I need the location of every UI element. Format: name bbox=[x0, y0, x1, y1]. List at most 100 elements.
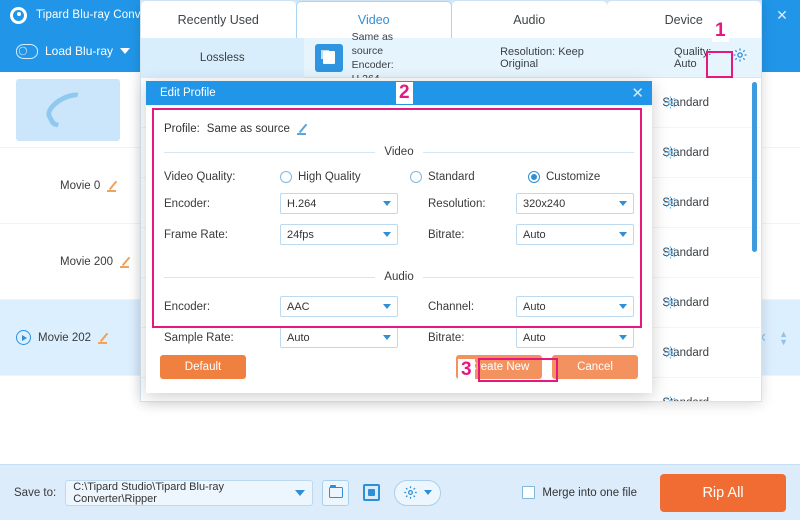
save-path-input[interactable]: C:\Tipard Studio\Tipard Blu-ray Converte… bbox=[65, 479, 314, 506]
chevron-down-icon[interactable] bbox=[619, 201, 627, 206]
video-framerate-select[interactable]: 24fps bbox=[280, 224, 398, 245]
audio-samplerate-label: Sample Rate: bbox=[164, 331, 234, 344]
gear-icon[interactable] bbox=[663, 295, 679, 311]
audio-bitrate-select[interactable]: Auto bbox=[516, 327, 634, 348]
audio-channel-label: Channel: bbox=[428, 300, 475, 313]
gear-icon[interactable] bbox=[732, 47, 748, 63]
gpu-acceleration-button[interactable] bbox=[358, 480, 385, 506]
pencil-icon[interactable] bbox=[296, 123, 309, 135]
gear-icon bbox=[403, 485, 419, 501]
audio-section-label: Audio bbox=[384, 271, 414, 283]
gear-icon[interactable] bbox=[663, 245, 679, 261]
tab-recently-used[interactable]: Recently Used bbox=[141, 1, 296, 38]
video-file-icon bbox=[314, 43, 343, 72]
gear-icon[interactable] bbox=[663, 95, 679, 111]
app-logo-icon bbox=[10, 6, 27, 24]
radio-customize[interactable]: Customize bbox=[528, 171, 600, 183]
rip-all-button[interactable]: Rip All bbox=[660, 473, 786, 512]
pencil-icon[interactable] bbox=[98, 332, 110, 344]
radio-label: Standard bbox=[428, 171, 475, 183]
video-resolution-value: 320x240 bbox=[523, 197, 566, 210]
video-bitrate-label: Bitrate: bbox=[428, 228, 465, 241]
gpu-acceleration-icon bbox=[363, 484, 381, 501]
gear-icon[interactable] bbox=[663, 395, 679, 401]
gear-icon[interactable] bbox=[663, 195, 679, 211]
list-item: Movie 0 bbox=[60, 180, 119, 192]
gear-icon[interactable] bbox=[663, 345, 679, 361]
chevron-down-icon[interactable] bbox=[619, 335, 627, 340]
video-resolution-select[interactable]: 320x240 bbox=[516, 193, 634, 214]
video-encoder-select[interactable]: H.264 bbox=[280, 193, 398, 214]
audio-bitrate-label: Bitrate: bbox=[428, 331, 465, 344]
reorder-controls[interactable]: ▲ ▼ bbox=[779, 329, 788, 346]
load-bluray-label: Load Blu-ray bbox=[45, 44, 114, 58]
video-quality-row: Video Quality: High Quality Standard Cus… bbox=[164, 171, 634, 183]
audio-encoder-select[interactable]: AAC bbox=[280, 296, 398, 317]
chevron-down-icon[interactable] bbox=[383, 232, 391, 237]
bottom-bar: Save to: C:\Tipard Studio\Tipard Blu-ray… bbox=[0, 464, 800, 520]
save-to-label: Save to: bbox=[14, 486, 57, 499]
gear-icon[interactable] bbox=[663, 145, 679, 161]
movie-title: Movie 200 bbox=[60, 255, 114, 268]
video-section-label: Video bbox=[384, 146, 414, 158]
app-root: Tipard Blu-ray Converter ✕ ⃝ Load Blu-ra… bbox=[0, 0, 800, 520]
chevron-down-icon[interactable] bbox=[120, 48, 131, 54]
audio-channel-select[interactable]: Auto bbox=[516, 296, 634, 317]
profile-row: Profile: Same as source bbox=[164, 123, 638, 135]
profile-settings-button[interactable] bbox=[732, 47, 748, 68]
audio-encoder-label: Encoder: bbox=[164, 300, 211, 313]
video-framerate-value: 24fps bbox=[287, 228, 314, 241]
profile-label: Profile: bbox=[164, 123, 200, 135]
pencil-icon[interactable] bbox=[107, 180, 119, 192]
audio-channel-value: Auto bbox=[523, 300, 546, 313]
annotation-number-3: 3 bbox=[458, 359, 475, 381]
audio-samplerate-select[interactable]: Auto bbox=[280, 327, 398, 348]
settings-button[interactable] bbox=[394, 479, 442, 506]
selected-profile-name: Same as source bbox=[351, 30, 394, 57]
radio-circle[interactable] bbox=[528, 171, 540, 183]
lossless-option[interactable]: Lossless bbox=[141, 37, 304, 78]
annotation-number-1: 1 bbox=[712, 20, 729, 42]
default-button[interactable]: Default bbox=[160, 355, 246, 379]
video-bitrate-select[interactable]: Auto bbox=[516, 224, 634, 245]
bluray-thumbnail bbox=[16, 78, 120, 141]
video-encoder-label: Encoder: bbox=[164, 197, 211, 210]
video-framerate-label: Frame Rate: bbox=[164, 228, 228, 241]
dialog-footer: Default Create New Cancel bbox=[160, 355, 638, 379]
chevron-down-icon[interactable] bbox=[383, 335, 391, 340]
video-encoder-value: H.264 bbox=[287, 197, 317, 210]
chevron-down-icon[interactable] bbox=[619, 304, 627, 309]
checkbox-square[interactable] bbox=[522, 486, 536, 499]
radio-high-quality[interactable]: High Quality bbox=[280, 171, 410, 183]
chevron-down-icon[interactable] bbox=[383, 201, 391, 206]
radio-label: High Quality bbox=[298, 171, 361, 183]
tab-device[interactable]: Device bbox=[606, 1, 761, 38]
radio-circle[interactable] bbox=[280, 171, 292, 183]
selected-profile-bar: Lossless Same as source Encoder: H.264 R… bbox=[141, 31, 761, 85]
audio-samplerate-row: Sample Rate: Auto Bitrate: Auto bbox=[164, 327, 634, 348]
list-item: Movie 200 bbox=[60, 256, 132, 268]
open-folder-button[interactable] bbox=[322, 479, 350, 506]
close-icon[interactable]: ✕ bbox=[764, 0, 800, 30]
load-bluray-button[interactable]: ⃝ Load Blu-ray bbox=[16, 43, 131, 59]
selected-profile-quality: Quality: Auto bbox=[674, 45, 712, 70]
merge-label: Merge into one file bbox=[542, 486, 637, 499]
merge-into-one-file-checkbox[interactable]: Merge into one file bbox=[522, 486, 637, 499]
video-bitrate-value: Auto bbox=[523, 228, 546, 241]
radio-standard[interactable]: Standard bbox=[410, 171, 528, 183]
video-quality-label: Video Quality: bbox=[164, 171, 236, 183]
cancel-button[interactable]: Cancel bbox=[552, 355, 638, 379]
pencil-icon[interactable] bbox=[120, 256, 132, 268]
profile-value: Same as source bbox=[206, 123, 290, 135]
selected-profile-resolution: Resolution: Keep Original bbox=[500, 45, 584, 70]
chevron-down-icon[interactable] bbox=[383, 304, 391, 309]
play-circle-icon[interactable] bbox=[16, 330, 31, 345]
close-icon[interactable]: ✕ bbox=[631, 86, 644, 101]
chevron-down-icon[interactable] bbox=[295, 489, 306, 496]
tab-audio[interactable]: Audio bbox=[452, 1, 607, 38]
scrollbar-thumb[interactable] bbox=[752, 82, 757, 252]
chevron-down-icon[interactable] bbox=[619, 232, 627, 237]
radio-circle[interactable] bbox=[410, 171, 422, 183]
audio-section-heading: Audio bbox=[164, 271, 635, 283]
chevron-down-icon[interactable] bbox=[424, 490, 433, 495]
